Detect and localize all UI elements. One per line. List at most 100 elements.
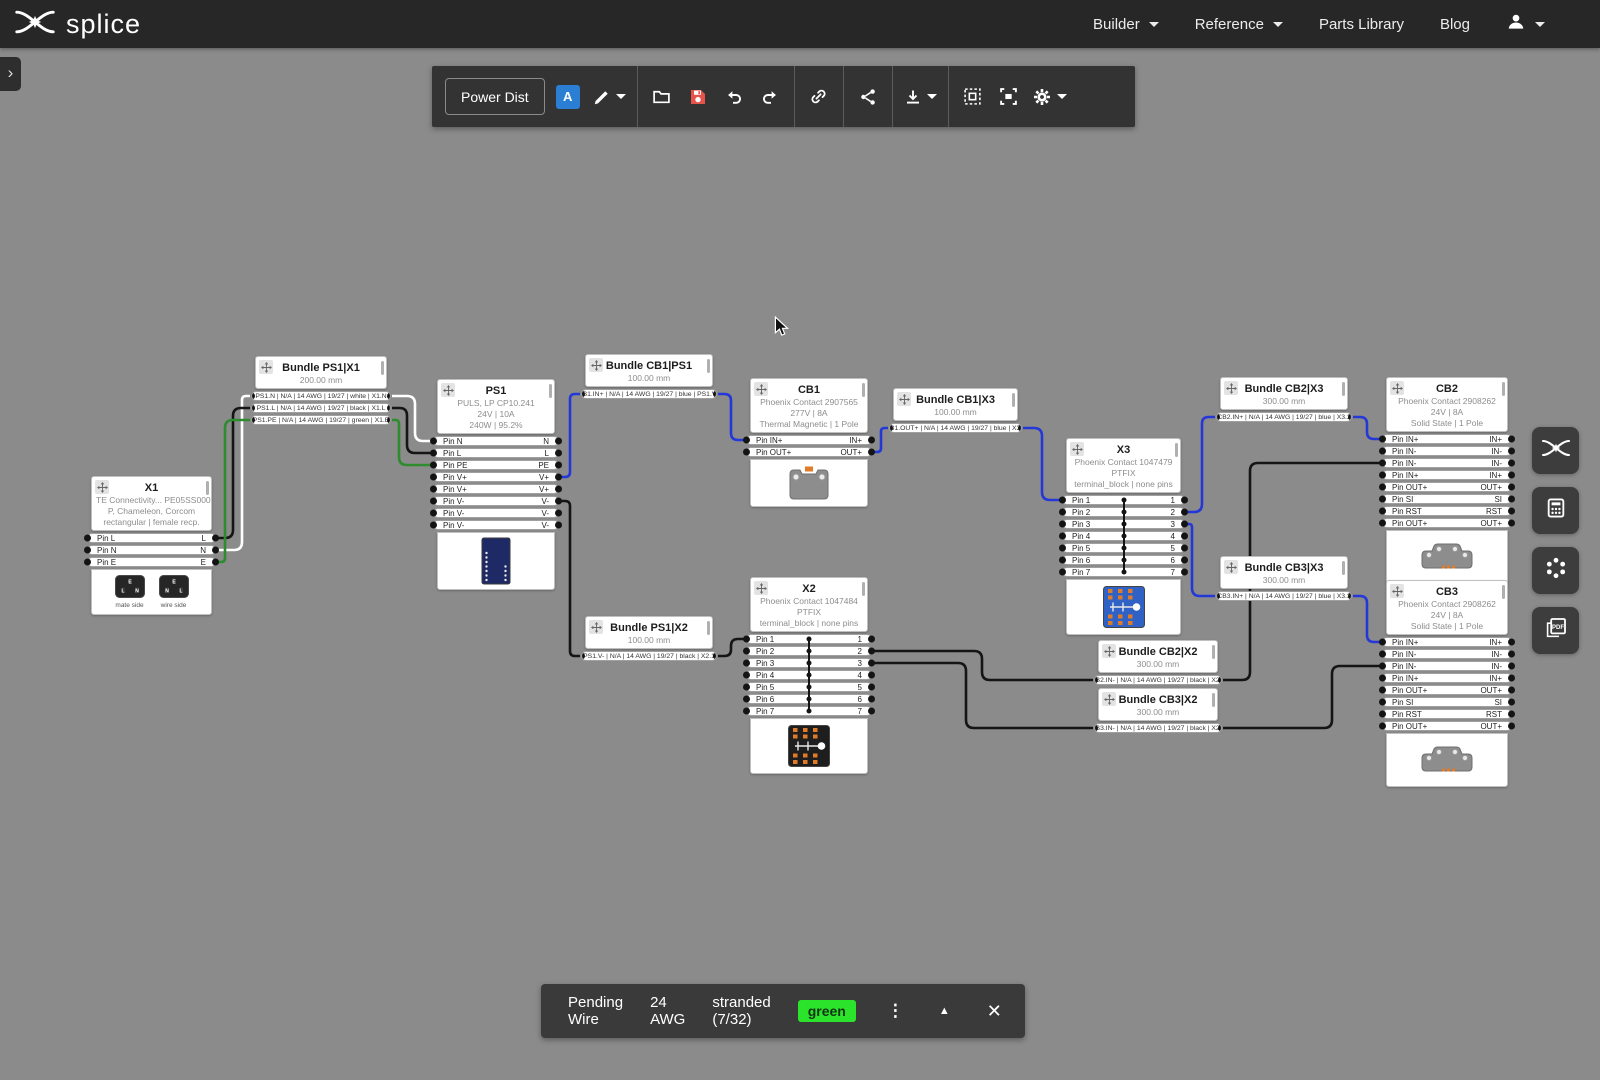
move-handle-icon[interactable] (259, 360, 273, 374)
wire[interactable] (560, 501, 580, 656)
pin-dot-left[interactable] (743, 437, 750, 444)
wire[interactable] (873, 651, 1093, 680)
pin-row-cb2-6[interactable]: Pin SISI (1382, 494, 1512, 504)
parts-panel-button[interactable] (1532, 547, 1579, 594)
node-bundle_ps1x2[interactable]: Bundle PS1|X2100.00 mmPS1.V- | N/A | 14 … (585, 616, 713, 661)
node-cb2[interactable]: CB2Phoenix Contact 290826224V | 8ASolid … (1386, 377, 1508, 584)
node-cb1[interactable]: CB1Phoenix Contact 2907565277V | 8ATherm… (750, 378, 868, 507)
brand-logo[interactable]: splice (0, 9, 141, 40)
node-header[interactable]: CB2Phoenix Contact 290826224V | 8ASolid … (1386, 377, 1508, 432)
pin-row-ps1-4[interactable]: Pin V+V+ (433, 472, 559, 482)
pin-dot-left[interactable] (1059, 545, 1066, 552)
pin-dot-right[interactable] (713, 391, 717, 398)
nav-blog[interactable]: Blog (1440, 16, 1470, 33)
pin-row-cb2-4[interactable]: Pin IN+IN+ (1382, 470, 1512, 480)
pin-dot-right[interactable] (713, 653, 717, 660)
move-handle-icon[interactable] (589, 620, 603, 634)
pin-dot-right[interactable] (868, 660, 875, 667)
pin-row-ps1-3[interactable]: Pin PEPE (433, 460, 559, 470)
node-header[interactable]: CB1Phoenix Contact 2907565277V | 8ATherm… (750, 378, 868, 433)
pin-row-cb3-8[interactable]: Pin OUT+OUT+ (1382, 721, 1512, 731)
pin-dot-left[interactable] (743, 636, 750, 643)
pin-dot-left[interactable] (430, 498, 437, 505)
settings-button[interactable] (1027, 66, 1072, 127)
node-header[interactable]: Bundle CB1|PS1100.00 mm (585, 354, 713, 387)
pin-dot-left[interactable] (743, 449, 750, 456)
node-bundle_cb1ps1[interactable]: Bundle CB1|PS1100.00 mmCB1.IN+ | N/A | 1… (585, 354, 713, 399)
wire[interactable] (718, 639, 745, 656)
pin-dot-right[interactable] (1508, 472, 1515, 479)
move-handle-icon[interactable] (897, 392, 911, 406)
pin-dot-left[interactable] (1379, 448, 1386, 455)
node-header[interactable]: Bundle CB3|X2300.00 mm (1098, 688, 1218, 721)
pin-dot-left[interactable] (1379, 687, 1386, 694)
pin-dot-left[interactable] (1379, 651, 1386, 658)
wire[interactable] (1186, 417, 1215, 512)
bundle-wire-row[interactable]: CB1.IN+ | N/A | 14 AWG | 19/27 | blue | … (581, 389, 717, 399)
pin-dot-right[interactable] (868, 437, 875, 444)
pin-dot-right[interactable] (555, 498, 562, 505)
kebab-menu-icon[interactable]: ⋮ (883, 1001, 908, 1021)
pin-dot-right[interactable] (1508, 699, 1515, 706)
pin-dot-left[interactable] (84, 559, 91, 566)
pin-dot-right[interactable] (1508, 436, 1515, 443)
redo-button[interactable] (752, 66, 788, 127)
pin-dot-left[interactable] (1379, 711, 1386, 718)
pin-dot-right[interactable] (1181, 545, 1188, 552)
pin-dot-right[interactable] (868, 696, 875, 703)
pin-dot-left[interactable] (430, 450, 437, 457)
bom-panel-button[interactable] (1532, 487, 1579, 534)
pin-dot-left[interactable] (1379, 472, 1386, 479)
pin-dot-left[interactable] (1379, 663, 1386, 670)
pending-wire-gauge[interactable]: 24 AWG (650, 994, 685, 1028)
pin-row-cb1-2[interactable]: Pin OUT+OUT+ (746, 447, 872, 457)
move-handle-icon[interactable] (1224, 560, 1238, 574)
pin-dot-left[interactable] (1379, 436, 1386, 443)
node-header[interactable]: Bundle PS1|X2100.00 mm (585, 616, 713, 649)
bundle-wire-row[interactable]: PS1.L | N/A | 14 AWG | 19/27 | black | X… (251, 403, 391, 413)
node-bundle_cb2x2[interactable]: Bundle CB2|X2300.00 mmCB2.IN- | N/A | 14… (1098, 640, 1218, 685)
pin-dot-right[interactable] (1181, 497, 1188, 504)
pin-dot-left[interactable] (430, 438, 437, 445)
pin-dot-right[interactable] (1348, 593, 1352, 600)
move-handle-icon[interactable] (1102, 692, 1116, 706)
pin-dot-left[interactable] (1059, 521, 1066, 528)
pin-dot-right[interactable] (212, 547, 219, 554)
pin-dot-right[interactable] (387, 405, 391, 412)
pin-dot-right[interactable] (868, 648, 875, 655)
nav-builder[interactable]: Builder (1093, 16, 1159, 33)
move-handle-icon[interactable] (1224, 381, 1238, 395)
pin-row-cb3-2[interactable]: Pin IN-IN- (1382, 649, 1512, 659)
pin-dot-right[interactable] (1508, 496, 1515, 503)
pin-dot-left[interactable] (743, 696, 750, 703)
pin-row-ps1-8[interactable]: Pin V-V- (433, 520, 559, 530)
pin-dot-right[interactable] (1018, 425, 1022, 432)
wire[interactable] (392, 420, 432, 465)
wire[interactable] (1353, 417, 1381, 439)
bundle-wire-row[interactable]: CB1.OUT+ | N/A | 14 AWG | 19/27 | blue |… (889, 423, 1022, 433)
pin-dot-right[interactable] (1181, 569, 1188, 576)
node-x1[interactable]: X1TE Connectivity... PE05SS000P, Chamele… (91, 476, 212, 615)
pin-dot-right[interactable] (387, 417, 391, 424)
move-handle-icon[interactable] (95, 480, 109, 494)
pin-dot-left[interactable] (1059, 497, 1066, 504)
pin-row-x1-1[interactable]: Pin LL (87, 533, 216, 543)
pin-dot-right[interactable] (1508, 484, 1515, 491)
node-bundle_cb1x3[interactable]: Bundle CB1|X3100.00 mmCB1.OUT+ | N/A | 1… (893, 388, 1018, 433)
pin-row-cb2-1[interactable]: Pin IN+IN+ (1382, 434, 1512, 444)
move-handle-icon[interactable] (1070, 442, 1084, 456)
wire[interactable] (560, 394, 580, 477)
pin-dot-left[interactable] (251, 405, 255, 412)
pin-row-cb3-1[interactable]: Pin IN+IN+ (1382, 637, 1512, 647)
select-all-button[interactable] (955, 66, 991, 127)
node-cb3[interactable]: CB3Phoenix Contact 290826224V | 8ASolid … (1386, 580, 1508, 787)
undo-button[interactable] (716, 66, 752, 127)
pin-dot-right[interactable] (1181, 533, 1188, 540)
pin-row-cb2-8[interactable]: Pin OUT+OUT+ (1382, 518, 1512, 528)
pin-dot-left[interactable] (1059, 569, 1066, 576)
collapse-icon[interactable]: ▲ (935, 1005, 954, 1017)
pin-dot-right[interactable] (212, 559, 219, 566)
pin-row-cb2-2[interactable]: Pin IN-IN- (1382, 446, 1512, 456)
pin-dot-left[interactable] (430, 462, 437, 469)
pin-dot-right[interactable] (1508, 508, 1515, 515)
